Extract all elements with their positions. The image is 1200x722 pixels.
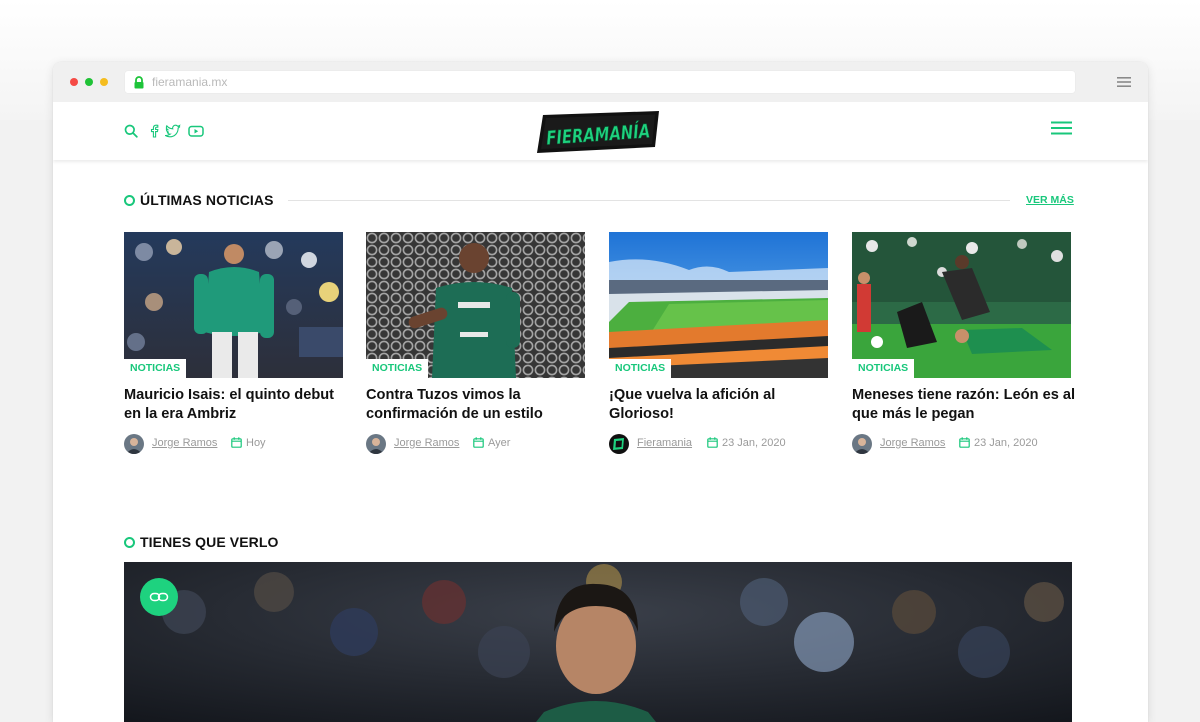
category-tag[interactable]: NOTICIAS <box>124 359 187 378</box>
minimize-window-dot[interactable] <box>100 78 108 86</box>
publish-date: Ayer <box>488 437 511 449</box>
browser-window: fieramania.mx FIERAMANÍA ÚLTIMAS NOTICIA… <box>53 62 1148 722</box>
twitter-icon[interactable] <box>165 124 181 138</box>
url-text: fieramania.mx <box>152 75 228 89</box>
author-avatar[interactable] <box>124 434 144 454</box>
news-title[interactable]: Mauricio Isais: el quinto debut en la er… <box>124 386 349 424</box>
publish-date: 23 Jan, 2020 <box>722 437 786 449</box>
news-title[interactable]: ¡Que vuelva la afición al Glorioso! <box>609 386 834 424</box>
author-avatar[interactable] <box>366 434 386 454</box>
fieramania-logo[interactable]: FIERAMANÍA <box>537 111 661 153</box>
news-title[interactable]: Contra Tuzos vimos la confirmación de un… <box>366 386 591 424</box>
category-tag[interactable]: NOTICIAS <box>852 359 915 378</box>
section-divider <box>288 200 1010 201</box>
news-image-player[interactable]: NOTICIAS <box>366 232 585 378</box>
category-tag[interactable]: NOTICIAS <box>609 359 672 378</box>
hamburger-icon[interactable] <box>1051 121 1072 135</box>
site-header: FIERAMANÍA <box>53 102 1148 160</box>
see-more-link[interactable]: VER MÁS <box>1026 194 1074 206</box>
news-meta: Jorge Ramos 23 Jan, 2020 <box>852 434 1082 454</box>
calendar-icon <box>959 437 970 448</box>
menu-icon[interactable] <box>1117 76 1131 88</box>
author-link[interactable]: Jorge Ramos <box>394 437 459 449</box>
news-image-player[interactable]: NOTICIAS <box>124 232 343 378</box>
facebook-icon[interactable] <box>147 124 161 138</box>
calendar-icon <box>707 437 718 448</box>
lock-icon <box>134 76 144 89</box>
publish-date: 23 Jan, 2020 <box>974 437 1038 449</box>
news-image-stadium[interactable]: NOTICIAS <box>609 232 828 378</box>
author-link[interactable]: Fieramania <box>637 437 692 449</box>
calendar-icon <box>473 437 484 448</box>
calendar-icon <box>231 437 242 448</box>
author-avatar[interactable] <box>852 434 872 454</box>
close-window-dot[interactable] <box>70 78 78 86</box>
maximize-window-dot[interactable] <box>85 78 93 86</box>
news-meta: Fieramania 23 Jan, 2020 <box>609 434 839 454</box>
author-link[interactable]: Jorge Ramos <box>880 437 945 449</box>
browser-toolbar: fieramania.mx <box>53 62 1148 103</box>
search-icon[interactable] <box>124 124 138 138</box>
circle-bullet-icon <box>124 537 135 548</box>
author-avatar[interactable] <box>609 434 629 454</box>
news-image-match[interactable]: NOTICIAS <box>852 232 1071 378</box>
news-title[interactable]: Meneses tiene razón: León es al que más … <box>852 386 1077 424</box>
news-meta: Jorge Ramos Ayer <box>366 434 596 454</box>
address-bar[interactable]: fieramania.mx <box>124 70 1076 94</box>
link-icon <box>149 592 169 602</box>
featured-video[interactable] <box>124 562 1072 722</box>
news-meta: Jorge Ramos Hoy <box>124 434 354 454</box>
category-tag[interactable]: NOTICIAS <box>366 359 429 378</box>
author-link[interactable]: Jorge Ramos <box>152 437 217 449</box>
circle-bullet-icon <box>124 195 135 206</box>
youtube-icon[interactable] <box>188 124 204 138</box>
copy-link-button[interactable] <box>140 578 178 616</box>
publish-date: Hoy <box>246 437 266 449</box>
